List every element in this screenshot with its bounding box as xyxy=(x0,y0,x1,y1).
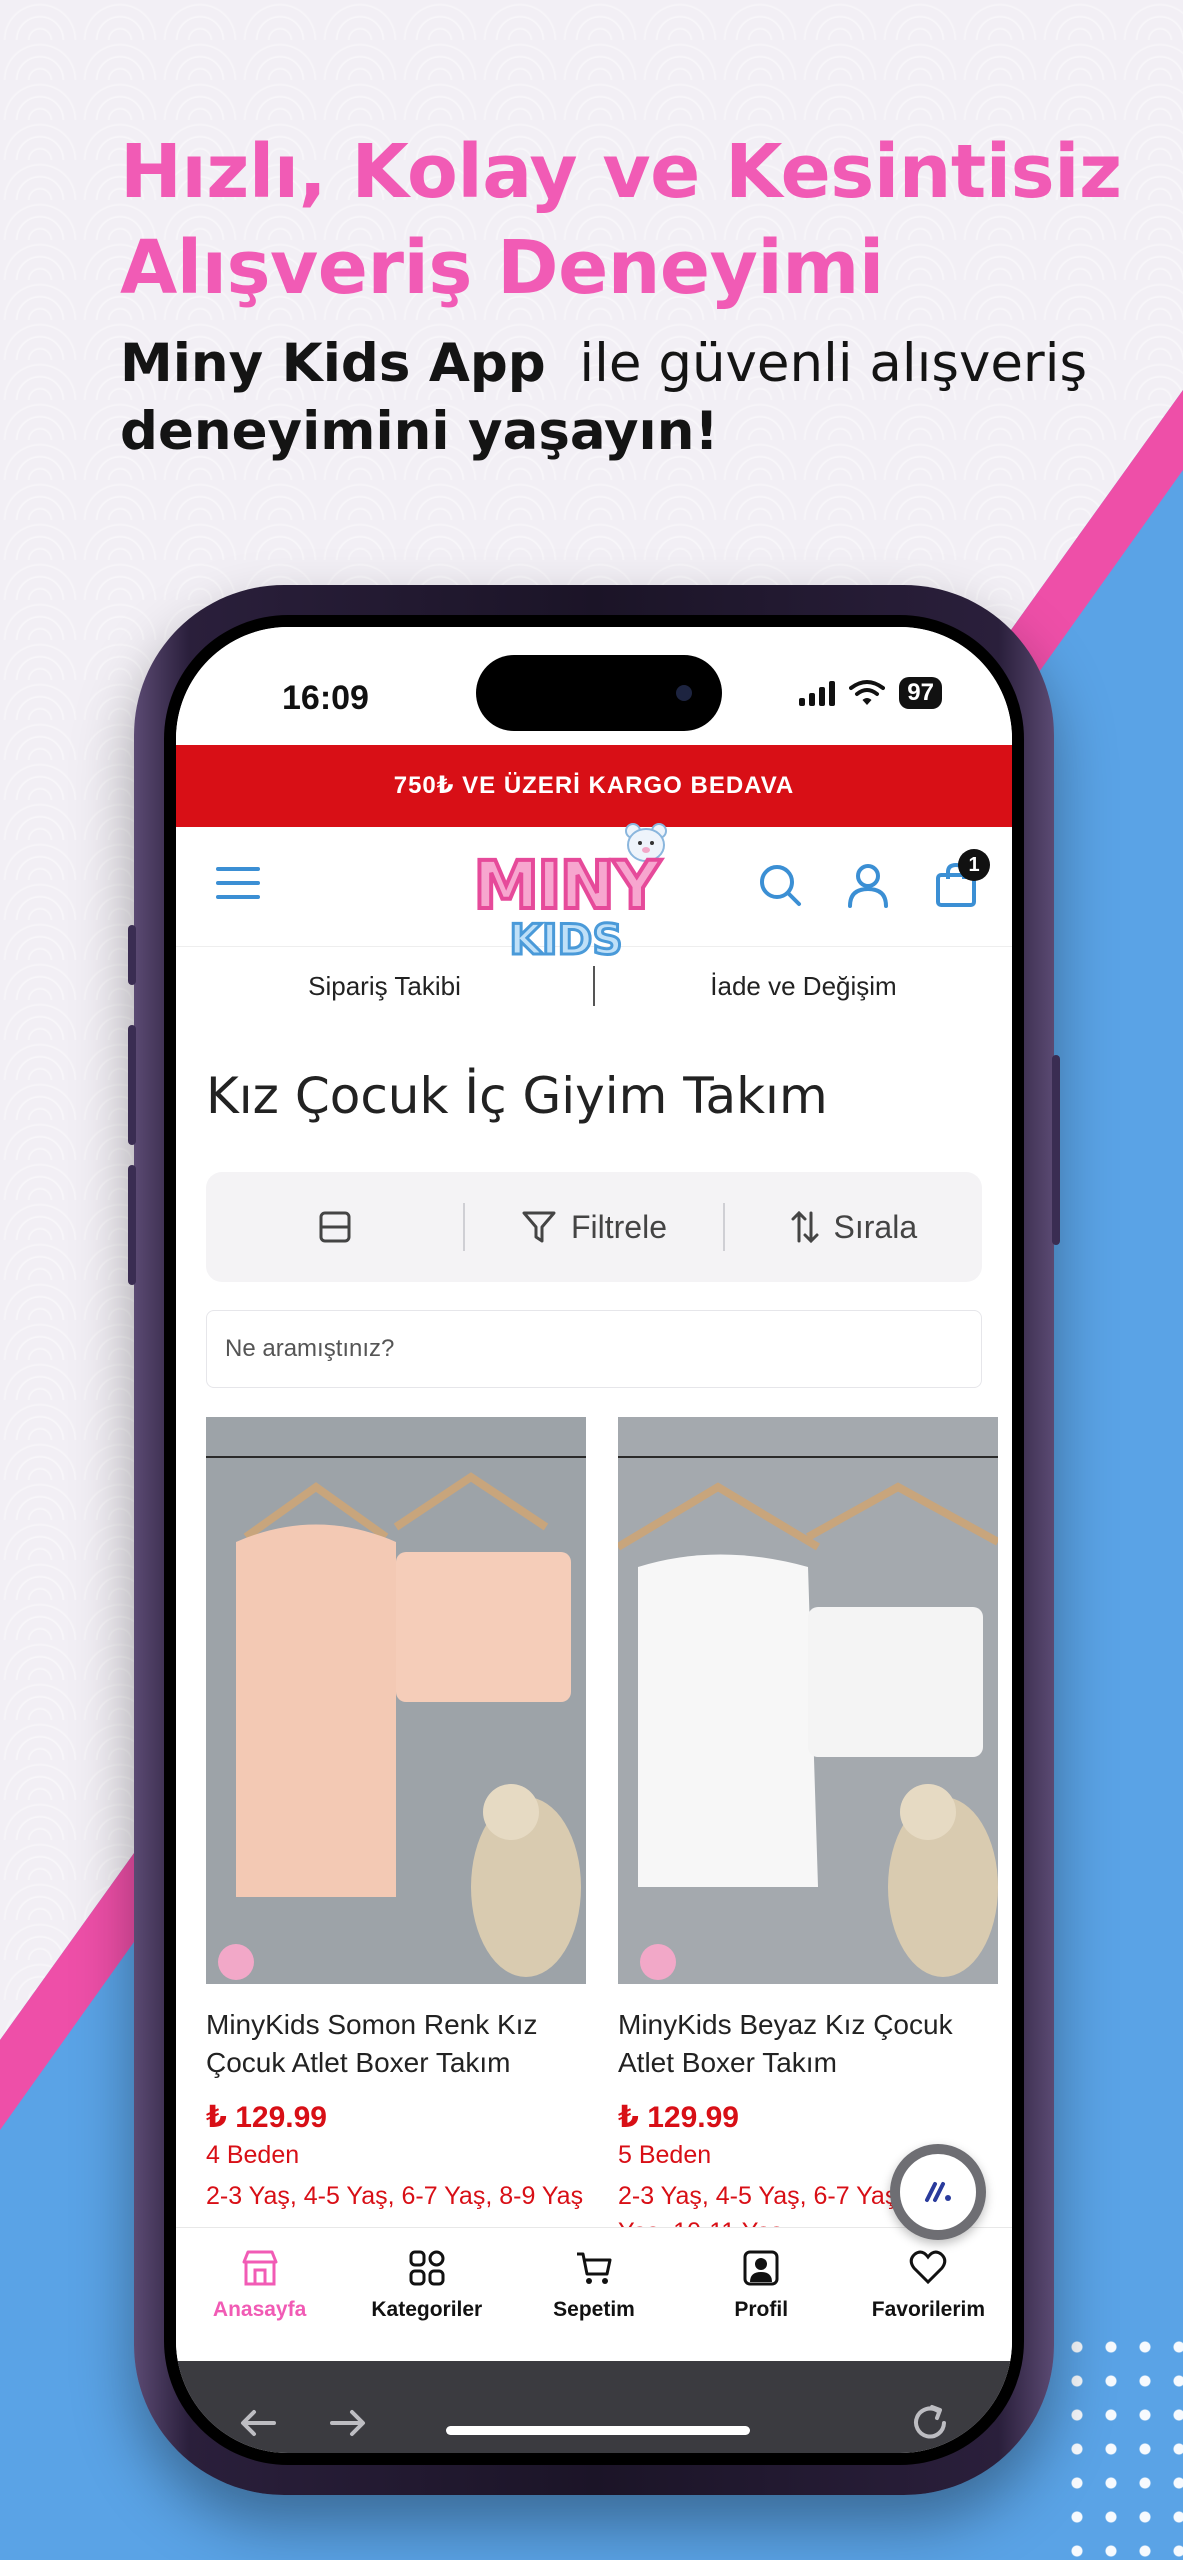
reload-icon[interactable] xyxy=(908,2401,952,2445)
headline: Hızlı, Kolay ve Kesintisiz Alışveriş Den… xyxy=(120,124,1122,316)
product-age-list: 2-3 Yaş, 4-5 Yaş, 6-7 Yaş, 8-9 Yaş xyxy=(206,2182,584,2210)
nav-categories[interactable]: Kategoriler xyxy=(343,2228,510,2361)
profile-icon xyxy=(743,2250,779,2286)
chat-icon xyxy=(925,2182,951,2202)
nav-label: Anasayfa xyxy=(212,2298,307,2321)
signal-icon xyxy=(799,680,836,706)
back-arrow-icon[interactable] xyxy=(236,2401,280,2445)
product-image[interactable] xyxy=(618,1417,998,1984)
nav-label: Kategoriler xyxy=(371,2298,483,2321)
grid-icon xyxy=(409,2250,445,2286)
filter-icon xyxy=(522,1211,556,1243)
logo-text-miny: MINY xyxy=(471,845,662,926)
layout-icon xyxy=(319,1211,351,1243)
subline-rest: ile güvenli alışveriş xyxy=(579,333,1088,394)
cart-button[interactable]: 1 xyxy=(932,849,990,909)
product-name[interactable]: MinyKids Beyaz Kız Çocuk Atlet Boxer Tak… xyxy=(618,2006,998,2082)
subline-brand: Miny Kids App xyxy=(120,333,546,394)
dynamic-island xyxy=(476,655,722,731)
nav-cart[interactable]: Sepetim xyxy=(510,2228,677,2361)
search-icon[interactable] xyxy=(756,861,804,909)
wifi-icon xyxy=(849,680,886,705)
status-bar: 16:09 97 xyxy=(176,627,1012,745)
headline-line-2: Alışveriş Deneyimi xyxy=(120,225,884,311)
product-card[interactable]: MinyKids Beyaz Kız Çocuk Atlet Boxer Tak… xyxy=(618,1417,998,2250)
nav-home[interactable]: Anasayfa xyxy=(176,2228,343,2361)
cart-count-badge: 1 xyxy=(958,849,990,881)
nav-favorites[interactable]: Favorilerim xyxy=(845,2228,1012,2361)
sort-label: Sırala xyxy=(833,1208,918,1245)
forward-arrow-icon[interactable] xyxy=(326,2401,370,2445)
sort-icon xyxy=(791,1210,819,1244)
product-card[interactable]: MinyKids Somon Renk Kız Çocuk Atlet Boxe… xyxy=(206,1417,586,2214)
browser-toolbar xyxy=(176,2361,1012,2453)
quick-links: Sipariş Takibi İade ve Değişim xyxy=(176,947,1012,1025)
layout-toggle-button[interactable] xyxy=(206,1210,463,1244)
cart-icon xyxy=(577,2252,612,2284)
camera-icon xyxy=(676,685,692,701)
volume-down-button xyxy=(128,1165,136,1285)
product-image[interactable] xyxy=(206,1417,586,1984)
menu-icon[interactable] xyxy=(216,867,260,903)
bottom-nav: Anasayfa Kategoriler Sepetim Profil Favo… xyxy=(176,2227,1012,2361)
nav-label: Sepetim xyxy=(553,2298,635,2321)
subline-line-2: deneyimini yaşayın! xyxy=(120,401,719,462)
site-header: MINY KIDS 1 xyxy=(176,823,1012,966)
product-price: ₺ 129.99 xyxy=(206,2101,327,2134)
status-time: 16:09 xyxy=(282,679,369,717)
home-indicator[interactable] xyxy=(446,2426,750,2435)
page-title: Kız Çocuk İç Giyim Takım xyxy=(206,1067,828,1125)
filter-button[interactable]: Filtrele xyxy=(465,1209,722,1246)
filter-label: Filtrele xyxy=(570,1208,667,1245)
subline: Miny Kids App ile güvenli alışveriş dene… xyxy=(120,330,1100,466)
user-icon[interactable] xyxy=(844,861,892,909)
product-price: ₺ 129.99 xyxy=(618,2101,739,2134)
sort-button[interactable]: Sırala xyxy=(725,1209,982,1246)
filter-toolbar: Filtrele Sırala xyxy=(206,1172,982,1282)
product-name[interactable]: MinyKids Somon Renk Kız Çocuk Atlet Boxe… xyxy=(206,2006,586,2082)
order-tracking-link[interactable]: Sipariş Takibi xyxy=(176,971,593,1002)
promo-banner[interactable]: 750₺ VE ÜZERİ KARGO BEDAVA xyxy=(176,745,1012,827)
product-size-count: 4 Beden xyxy=(206,2141,300,2169)
mute-switch xyxy=(128,925,136,985)
search-input[interactable]: Ne aramıştınız? xyxy=(206,1310,982,1388)
power-button xyxy=(1052,1055,1060,1245)
nav-label: Favorilerim xyxy=(871,2298,986,2321)
returns-link[interactable]: İade ve Değişim xyxy=(595,971,1012,1002)
dot-pattern xyxy=(1060,2330,1183,2560)
phone-screen: 16:09 97 750₺ VE ÜZERİ KARGO BEDAVA MINY… xyxy=(176,627,1012,2453)
headline-line-1: Hızlı, Kolay ve Kesintisiz xyxy=(120,129,1122,215)
phone-mockup: 16:09 97 750₺ VE ÜZERİ KARGO BEDAVA MINY… xyxy=(128,585,1060,2495)
chat-button[interactable] xyxy=(890,2144,986,2240)
heart-icon xyxy=(910,2250,947,2285)
store-icon xyxy=(242,2250,278,2286)
nav-label: Profil xyxy=(734,2298,789,2321)
volume-up-button xyxy=(128,1025,136,1145)
nav-profile[interactable]: Profil xyxy=(678,2228,845,2361)
battery-indicator: 97 xyxy=(899,677,942,709)
